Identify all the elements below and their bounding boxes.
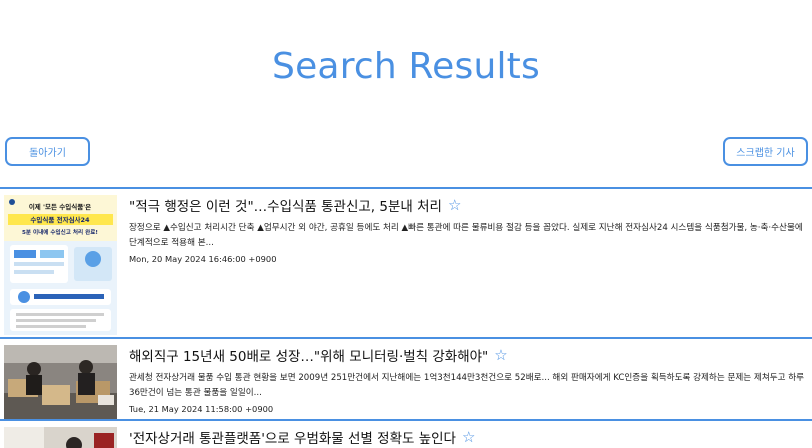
star-icon[interactable]: ☆ (494, 347, 507, 363)
star-icon[interactable]: ☆ (448, 197, 461, 213)
article-snippet: 관세청 전자상거래 물품 수입 통관 현황을 보면 2009년 251만건에서 … (129, 373, 805, 398)
page-title: Search Results (272, 46, 540, 87)
list-item[interactable]: 해외직구 15년새 50배로 성장…"위해 모니터링·벌칙 강화해야" ☆ 관세… (0, 337, 812, 419)
results-list: 이제 '모든 수입식품'은 수입식품 전자심사24 5분 이내에 수입신고 처리… (0, 187, 812, 448)
thumb-line-1: 이제 '모든 수입식품'은 (29, 202, 91, 211)
list-item[interactable]: '전자상거래 통관플랫폼'으로 우범화물 선별 정확도 높인다 ☆ (0, 419, 812, 448)
back-button[interactable]: 돌아가기 (5, 137, 90, 166)
scrapped-articles-button[interactable]: 스크랩한 기사 (723, 137, 808, 166)
article-title[interactable]: '전자상거래 통관플랫폼'으로 우범화물 선별 정확도 높인다 (129, 427, 456, 447)
article-title[interactable]: 해외직구 15년새 50배로 성장…"위해 모니터링·벌칙 강화해야" (129, 345, 488, 365)
article-date: Mon, 20 May 2024 16:46:00 +0900 (129, 254, 277, 264)
star-icon[interactable]: ☆ (462, 429, 475, 445)
article-title[interactable]: "적극 행정은 이런 것"…수입식품 통관신고, 5분내 처리 (129, 195, 442, 215)
article-info: '전자상거래 통관플랫폼'으로 우범화물 선별 정확도 높인다 ☆ (129, 427, 806, 447)
thumb-line-3: 5분 이내에 수입신고 처리 완료! (22, 228, 98, 236)
article-thumbnail[interactable]: 이제 '모든 수입식품'은 수입식품 전자심사24 5분 이내에 수입신고 처리… (4, 195, 117, 335)
thumb-line-2: 수입식품 전자심사24 (30, 215, 90, 224)
article-info: 해외직구 15년새 50배로 성장…"위해 모니터링·벌칙 강화해야" ☆ 관세… (129, 345, 806, 414)
article-thumbnail[interactable] (4, 345, 117, 419)
article-thumbnail[interactable] (4, 427, 117, 448)
list-item[interactable]: 이제 '모든 수입식품'은 수입식품 전자심사24 5분 이내에 수입신고 처리… (0, 187, 812, 337)
article-snippet: 장정으로 ▲수입신고 처리시간 단축 ▲업무시간 외 야간, 공휴일 등에도 처… (129, 223, 803, 248)
article-date: Tue, 21 May 2024 11:58:00 +0900 (129, 404, 274, 414)
article-info: "적극 행정은 이런 것"…수입식품 통관신고, 5분내 처리 ☆ 장정으로 ▲… (129, 195, 806, 264)
